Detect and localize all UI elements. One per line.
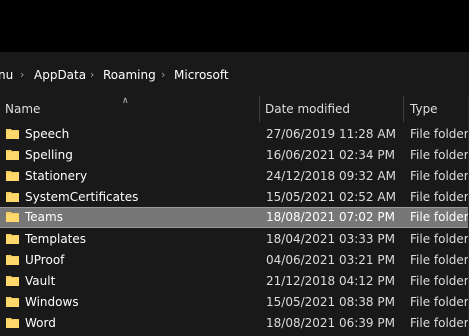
- title-bar: [0, 0, 469, 52]
- file-type: File folder: [410, 210, 469, 224]
- file-type: File folder: [410, 253, 469, 267]
- file-type: File folder: [410, 295, 469, 309]
- file-date-modified: 18/08/2021 07:02 PM: [266, 210, 395, 224]
- file-row[interactable]: Spelling 16/06/2021 02:34 PM File folder: [0, 145, 469, 166]
- chevron-right-icon[interactable]: ›: [90, 60, 94, 90]
- file-row[interactable]: Templates 18/04/2021 03:33 PM File folde…: [0, 229, 469, 250]
- file-name: Speech: [25, 127, 70, 141]
- file-name: Vault: [25, 274, 56, 288]
- folder-icon: [6, 318, 19, 328]
- file-date-modified: 21/12/2018 04:12 PM: [266, 274, 395, 288]
- file-name: Word: [25, 316, 56, 330]
- file-name: UProof: [25, 253, 65, 267]
- file-row[interactable]: Windows 15/05/2021 08:38 PM File folder: [0, 292, 469, 313]
- file-type: File folder: [410, 232, 469, 246]
- file-name: Spelling: [25, 148, 73, 162]
- folder-icon: [6, 150, 19, 160]
- file-type: File folder: [410, 316, 469, 330]
- column-header-name[interactable]: Name: [5, 96, 40, 122]
- column-header-row: ∧ Name Date modified Type: [0, 96, 469, 122]
- chevron-right-icon[interactable]: ›: [20, 60, 24, 90]
- folder-icon: [6, 297, 19, 307]
- breadcrumb-item-user[interactable]: nu: [0, 60, 13, 90]
- folder-icon: [6, 171, 19, 181]
- folder-icon: [6, 234, 19, 244]
- file-row[interactable]: UProof 04/06/2021 03:21 PM File folder: [0, 250, 469, 271]
- file-row[interactable]: Word 18/08/2021 06:39 PM File folder: [0, 313, 469, 334]
- chevron-right-icon[interactable]: ›: [161, 60, 165, 90]
- file-row[interactable]: Speech 27/06/2019 11:28 AM File folder: [0, 124, 469, 145]
- file-date-modified: 18/08/2021 06:39 PM: [266, 316, 395, 330]
- file-name: Templates: [25, 232, 87, 246]
- file-row[interactable]: Teams 18/08/2021 07:02 PM File folder: [0, 207, 469, 228]
- file-name: Windows: [25, 295, 79, 309]
- file-date-modified: 18/04/2021 03:33 PM: [266, 232, 395, 246]
- folder-icon: [6, 129, 19, 139]
- breadcrumb-item-microsoft[interactable]: Microsoft: [174, 60, 229, 90]
- file-date-modified: 27/06/2019 11:28 AM: [266, 127, 396, 141]
- file-name: Stationery: [25, 169, 88, 183]
- file-row[interactable]: SystemCertificates 15/05/2021 02:52 AM F…: [0, 187, 469, 208]
- folder-icon: [6, 192, 19, 202]
- file-date-modified: 04/06/2021 03:21 PM: [266, 253, 395, 267]
- folder-icon: [6, 276, 19, 286]
- column-divider[interactable]: [259, 96, 260, 122]
- breadcrumb-item-appdata[interactable]: AppData: [34, 60, 86, 90]
- file-row[interactable]: Stationery 24/12/2018 09:32 AM File fold…: [0, 166, 469, 187]
- column-divider[interactable]: [403, 96, 404, 122]
- column-header-date-modified[interactable]: Date modified: [265, 96, 350, 122]
- breadcrumb-item-roaming[interactable]: Roaming: [103, 60, 156, 90]
- file-name: SystemCertificates: [25, 190, 139, 204]
- file-date-modified: 15/05/2021 02:52 AM: [266, 190, 396, 204]
- file-name: Teams: [25, 210, 63, 224]
- file-row[interactable]: Vault 21/12/2018 04:12 PM File folder: [0, 271, 469, 292]
- file-type: File folder: [410, 127, 469, 141]
- folder-icon: [6, 255, 19, 265]
- folder-icon: [6, 212, 19, 222]
- file-explorer-window: nu › AppData › Roaming › Microsoft ∧ Nam…: [0, 0, 469, 336]
- file-date-modified: 15/05/2021 08:38 PM: [266, 295, 395, 309]
- column-header-type[interactable]: Type: [410, 96, 438, 122]
- sort-up-arrow-icon: ∧: [122, 96, 129, 106]
- file-date-modified: 24/12/2018 09:32 AM: [266, 169, 396, 183]
- file-type: File folder: [410, 169, 469, 183]
- file-type: File folder: [410, 190, 469, 204]
- file-type: File folder: [410, 148, 469, 162]
- file-type: File folder: [410, 274, 469, 288]
- file-date-modified: 16/06/2021 02:34 PM: [266, 148, 395, 162]
- address-bar[interactable]: nu › AppData › Roaming › Microsoft: [0, 60, 469, 90]
